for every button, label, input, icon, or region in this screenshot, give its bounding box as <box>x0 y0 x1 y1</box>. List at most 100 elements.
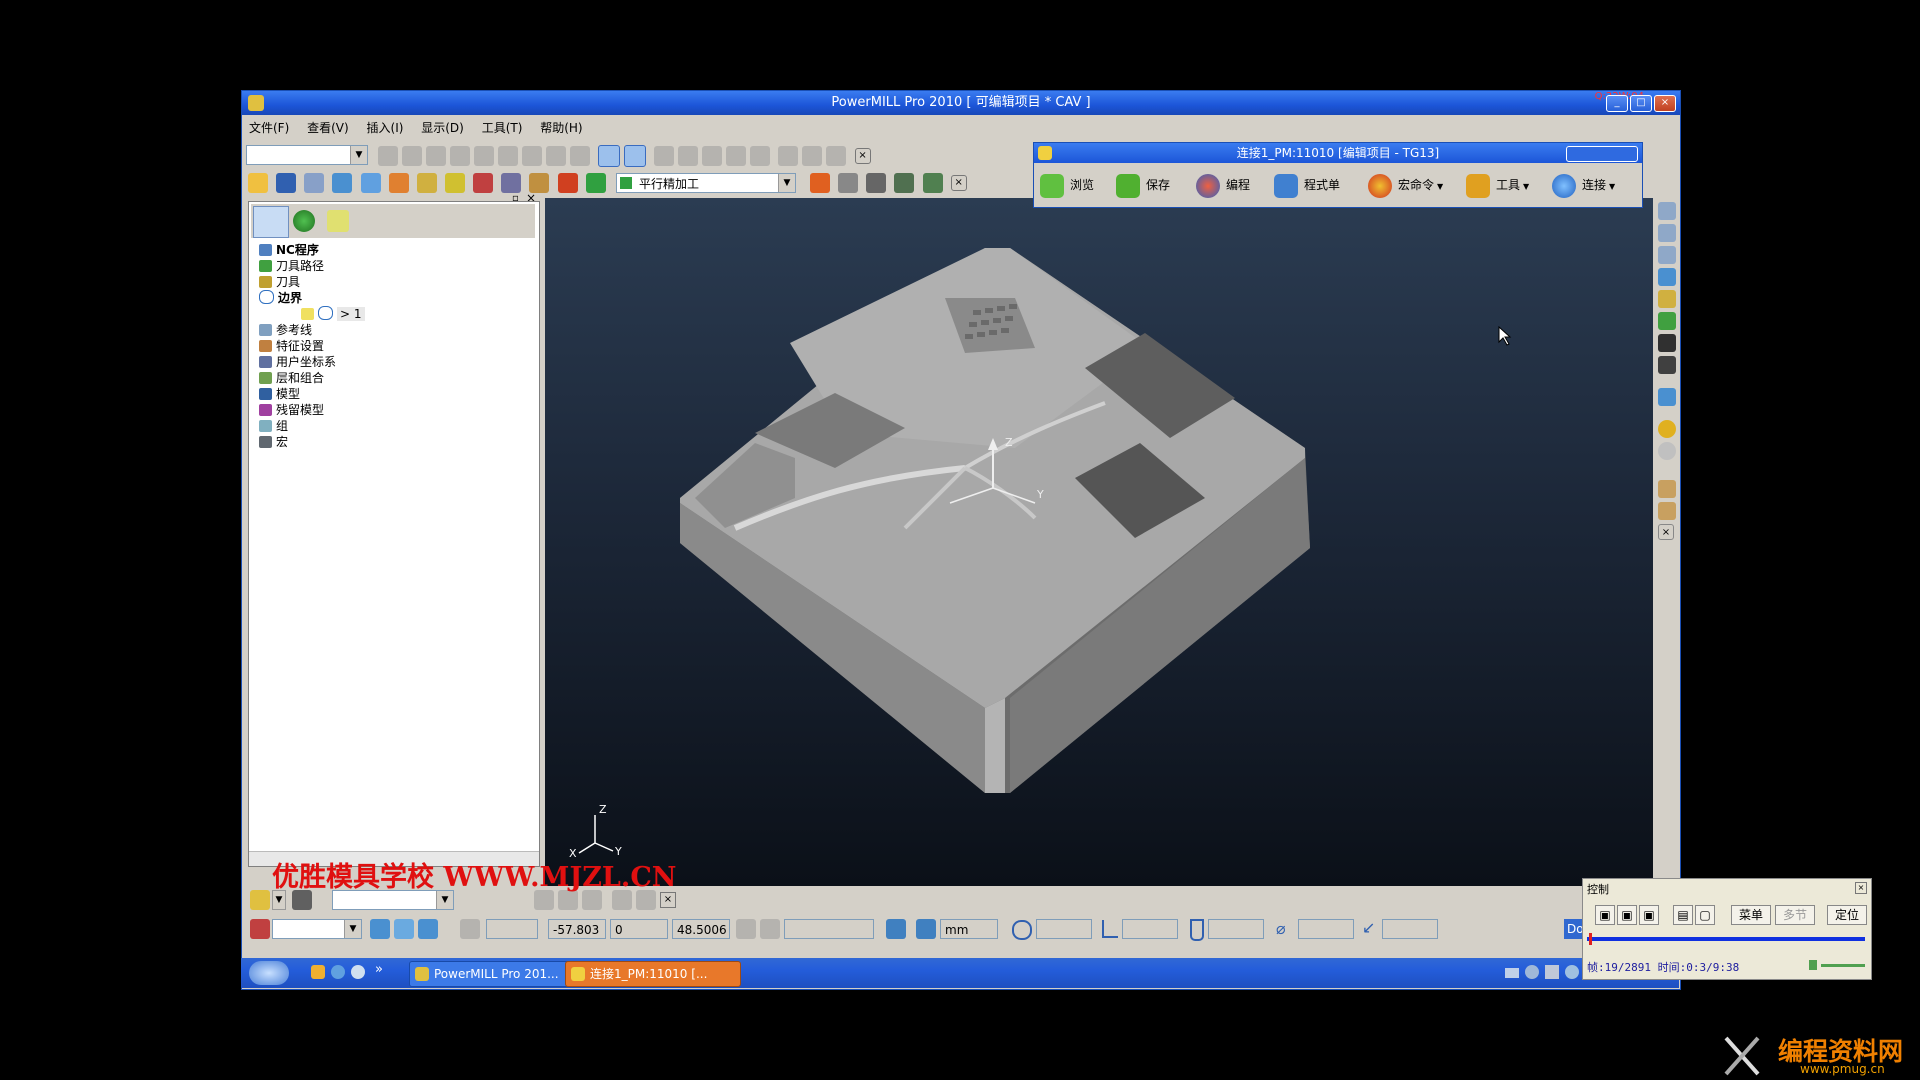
shaded-icon[interactable] <box>1658 388 1676 406</box>
fullscreen-button[interactable]: ▤ <box>1673 905 1693 925</box>
menu-tools[interactable]: 工具(T) <box>475 117 530 138</box>
view-front-icon[interactable] <box>1658 224 1676 242</box>
table-icon[interactable] <box>736 919 756 939</box>
collision-icon[interactable] <box>529 173 550 193</box>
block-icon[interactable] <box>332 173 353 193</box>
menu-view[interactable]: 查看(V) <box>300 117 356 138</box>
tool-icon[interactable] <box>826 146 847 166</box>
connection-title-bar[interactable]: 连接1_PM:11010 [编辑项目 - TG13] <box>1034 143 1642 163</box>
unit-icon[interactable] <box>886 919 906 939</box>
view-top-icon[interactable] <box>1658 268 1676 286</box>
window-title-bar[interactable]: PowerMILL Pro 2010 [ 可编辑项目 * CAV ] Q:22W… <box>242 91 1680 115</box>
tray-keyboard-icon[interactable] <box>1505 968 1519 978</box>
close-icon[interactable]: × <box>1855 882 1867 894</box>
dimension-icon[interactable] <box>916 919 936 939</box>
browser-icon[interactable] <box>351 965 365 979</box>
close-icon[interactable]: × <box>950 175 967 191</box>
timeline-thumb[interactable] <box>1588 933 1592 945</box>
field-2[interactable] <box>1122 919 1178 939</box>
pause-button[interactable]: ▣ <box>1617 905 1637 925</box>
step-button[interactable]: 多节 <box>1775 905 1815 925</box>
start-butterfly-icon[interactable] <box>249 961 289 985</box>
menu-display[interactable]: 显示(D) <box>414 117 471 138</box>
tool-axis-icon[interactable] <box>501 173 522 193</box>
end-point-icon[interactable] <box>473 173 494 193</box>
volume-icon[interactable] <box>1809 960 1817 970</box>
tool-icon[interactable] <box>522 146 542 166</box>
macro-record-icon[interactable] <box>250 890 270 910</box>
tool-icon[interactable] <box>378 146 398 166</box>
print-icon[interactable] <box>304 173 325 193</box>
start-point-icon[interactable] <box>444 173 465 193</box>
tree-item-nc-programs[interactable]: NC程序 <box>259 242 319 258</box>
globe-icon[interactable] <box>293 210 315 232</box>
close-icon[interactable]: × <box>660 892 676 908</box>
step-forward-button[interactable]: ▣ <box>1639 905 1659 925</box>
feeds-speeds-icon[interactable] <box>388 173 409 193</box>
tool-icon[interactable] <box>678 146 699 166</box>
fit-icon[interactable] <box>1658 334 1676 352</box>
task-powermill[interactable]: PowerMILL Pro 201... <box>409 961 585 987</box>
material-icon[interactable] <box>1658 420 1676 438</box>
y-coordinate-field[interactable]: 0 <box>610 919 668 939</box>
tree-item-models[interactable]: 模型 <box>259 386 300 402</box>
tool-icon[interactable] <box>474 146 494 166</box>
model-select-icon[interactable] <box>394 919 414 939</box>
grid-field[interactable] <box>486 919 538 939</box>
edit-icon[interactable] <box>922 173 943 193</box>
view-side-icon[interactable] <box>1658 246 1676 264</box>
wire-globe-icon[interactable] <box>1658 442 1676 460</box>
tool-icon[interactable] <box>802 146 823 166</box>
tool-icon[interactable] <box>546 146 566 166</box>
tool-length-icon[interactable] <box>1102 920 1118 938</box>
tree-item-toolpaths[interactable]: 刀具路径 <box>259 258 324 274</box>
ie-icon[interactable] <box>331 965 345 979</box>
field-1[interactable] <box>1036 919 1092 939</box>
tab-explorer[interactable] <box>253 206 289 238</box>
tool-icon[interactable] <box>426 146 446 166</box>
tree-item-boundary-1[interactable]: > 1 <box>301 306 365 322</box>
strategy-combo[interactable]: 平行精加工 ▼ <box>616 173 796 193</box>
workplane-combo[interactable]: ▼ <box>272 919 362 939</box>
close-button[interactable]: × <box>1654 95 1676 112</box>
calculate-icon[interactable] <box>810 173 830 193</box>
shaded-view-icon[interactable] <box>598 145 621 167</box>
close-icon[interactable]: × <box>854 148 871 164</box>
menu-help[interactable]: 帮助(H) <box>533 117 589 138</box>
tool-icon[interactable] <box>702 146 723 166</box>
connection-window-controls[interactable] <box>1566 146 1638 162</box>
save-icon[interactable] <box>276 173 297 193</box>
tree-item-stock-models[interactable]: 残留模型 <box>259 402 324 418</box>
tray-back-icon[interactable] <box>1525 965 1539 979</box>
grid-icon[interactable] <box>460 919 480 939</box>
timeline-track[interactable] <box>1587 937 1865 941</box>
ruler-icon[interactable] <box>760 919 780 939</box>
menu-file[interactable]: 文件(F) <box>242 117 296 138</box>
wireframe-view-icon[interactable] <box>624 145 647 167</box>
recycle-bin-icon[interactable] <box>327 210 349 232</box>
view-iso-icon[interactable] <box>1658 202 1676 220</box>
diameter-icon[interactable]: ⌀ <box>1276 919 1286 938</box>
tray-network-icon[interactable] <box>1565 965 1579 979</box>
tool-icon[interactable] <box>498 146 518 166</box>
zoom-icon[interactable] <box>1658 290 1676 308</box>
tool-icon[interactable] <box>450 146 470 166</box>
tree-item-patterns[interactable]: 参考线 <box>259 322 312 338</box>
tree-item-feature-sets[interactable]: 特征设置 <box>259 338 324 354</box>
chevron-down-icon[interactable]: ▼ <box>778 174 795 192</box>
tree-item-tools[interactable]: 刀具 <box>259 274 300 290</box>
tool-icon[interactable] <box>726 146 747 166</box>
tool-measure-icon[interactable] <box>894 173 915 193</box>
tool-icon[interactable] <box>778 146 799 166</box>
volume-slider[interactable] <box>1821 964 1865 967</box>
taskbar-more-arrows[interactable]: » <box>375 962 383 977</box>
open-folder-icon[interactable] <box>248 173 268 193</box>
tool-icon[interactable] <box>402 146 422 166</box>
z-coordinate-field[interactable]: 48.5006 <box>672 919 730 939</box>
menu-insert[interactable]: 插入(I) <box>360 117 411 138</box>
menu-button[interactable]: 菜单 <box>1731 905 1771 925</box>
tree-item-macros[interactable]: 宏 <box>259 434 288 450</box>
browse-button[interactable]: 浏览 <box>1040 171 1094 199</box>
model-shade-icon[interactable] <box>418 919 438 939</box>
tray-speaker-icon[interactable] <box>1545 965 1559 979</box>
